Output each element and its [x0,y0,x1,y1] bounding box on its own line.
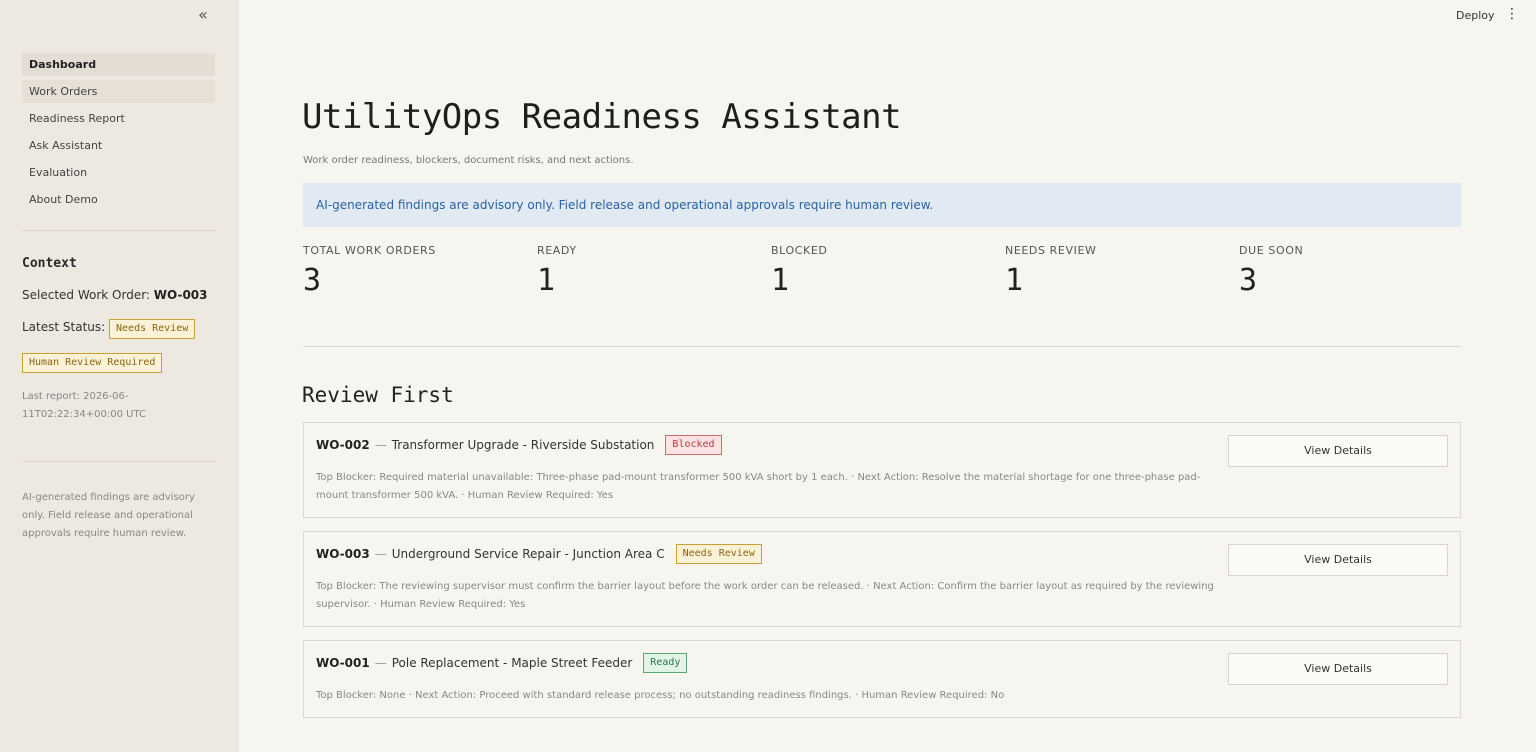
section-divider [303,346,1461,347]
separator: — [374,438,387,452]
nav-item-readiness-report[interactable]: Readiness Report [22,107,215,130]
work-order-id: WO-001 [316,656,370,670]
page-title: UtilityOps Readiness Assistant [302,97,902,137]
metric-label: READY [537,244,577,257]
metric-value: 3 [303,263,322,298]
nav-item-work-orders[interactable]: Work Orders [22,80,215,103]
human-review-badge: Human Review Required [22,353,163,373]
card-summary: Top Blocker: The reviewing supervisor mu… [316,581,1214,610]
metric-value: 3 [1239,263,1258,298]
work-order-card: WO-001 — Pole Replacement - Maple Street… [303,640,1461,718]
status-badge: Needs Review [675,544,762,564]
card-header: WO-001 — Pole Replacement - Maple Street… [316,653,688,673]
human-review-row: Human Review Required [22,353,163,373]
separator: — [374,547,387,561]
status-badge: Ready [643,653,688,673]
work-order-title: Transformer Upgrade - Riverside Substati… [391,438,655,452]
metric-total-work-orders: TOTAL WORK ORDERS 3 [303,244,436,298]
card-summary: Top Blocker: None · Next Action: Proceed… [316,690,1005,701]
card-header: WO-003 — Underground Service Repair - Ju… [316,544,762,564]
status-badge: Needs Review [109,319,196,339]
context-title: Context [22,256,77,271]
last-report: Last report: 2026-06-11T02:22:34+00:00 U… [22,391,146,420]
sidebar-nav: Dashboard Work Orders Readiness Report A… [22,53,215,215]
kebab-menu-icon: ⋮ [1505,6,1519,22]
view-details-button[interactable]: View Details [1228,544,1448,576]
separator: — [374,656,387,670]
status-badge: Blocked [665,435,722,455]
metric-label: DUE SOON [1239,244,1304,257]
work-order-card: WO-003 — Underground Service Repair - Ju… [303,531,1461,627]
page-subtitle: Work order readiness, blockers, document… [303,155,634,166]
nav-item-dashboard[interactable]: Dashboard [22,53,215,76]
metric-value: 1 [1005,263,1024,298]
main-menu-button[interactable]: ⋮ [1505,6,1519,22]
view-details-button[interactable]: View Details [1228,435,1448,467]
selected-label: Selected Work Order: [22,288,150,302]
card-summary: Top Blocker: Required material unavailab… [316,472,1201,501]
sidebar-divider-2 [22,461,215,462]
nav-item-about-demo[interactable]: About Demo [22,188,215,211]
sidebar-disclaimer: AI-generated findings are advisory only.… [22,492,195,539]
selected-value: WO-003 [153,288,208,302]
nav-item-evaluation[interactable]: Evaluation [22,161,215,184]
card-header: WO-002 — Transformer Upgrade - Riverside… [316,435,722,455]
metric-ready: READY 1 [537,244,577,298]
status-label: Latest Status: [22,320,106,334]
deploy-button[interactable]: Deploy [1456,9,1495,22]
metric-value: 1 [537,263,556,298]
sidebar-divider [22,230,215,231]
metric-label: TOTAL WORK ORDERS [303,244,436,257]
sidebar: « Dashboard Work Orders Readiness Report… [0,0,239,752]
work-order-id: WO-003 [316,547,370,561]
latest-status: Latest Status: Needs Review [22,319,196,339]
metric-label: BLOCKED [771,244,828,257]
work-order-card: WO-002 — Transformer Upgrade - Riverside… [303,422,1461,518]
metric-value: 1 [771,263,790,298]
nav-item-ask-assistant[interactable]: Ask Assistant [22,134,215,157]
view-details-button[interactable]: View Details [1228,653,1448,685]
metric-due-soon: DUE SOON 3 [1239,244,1303,298]
collapse-sidebar-button[interactable]: « [192,6,214,24]
work-order-id: WO-002 [316,438,370,452]
work-order-title: Pole Replacement - Maple Street Feeder [391,656,633,670]
metric-blocked: BLOCKED 1 [771,244,827,298]
advisory-info-banner: AI-generated findings are advisory only.… [303,183,1461,227]
double-chevron-left-icon: « [198,5,208,24]
metric-label: NEEDS REVIEW [1005,244,1097,257]
metric-needs-review: NEEDS REVIEW 1 [1005,244,1096,298]
work-order-title: Underground Service Repair - Junction Ar… [391,547,665,561]
section-title-review-first: Review First [302,383,454,407]
selected-work-order: Selected Work Order: WO-003 [22,288,208,302]
